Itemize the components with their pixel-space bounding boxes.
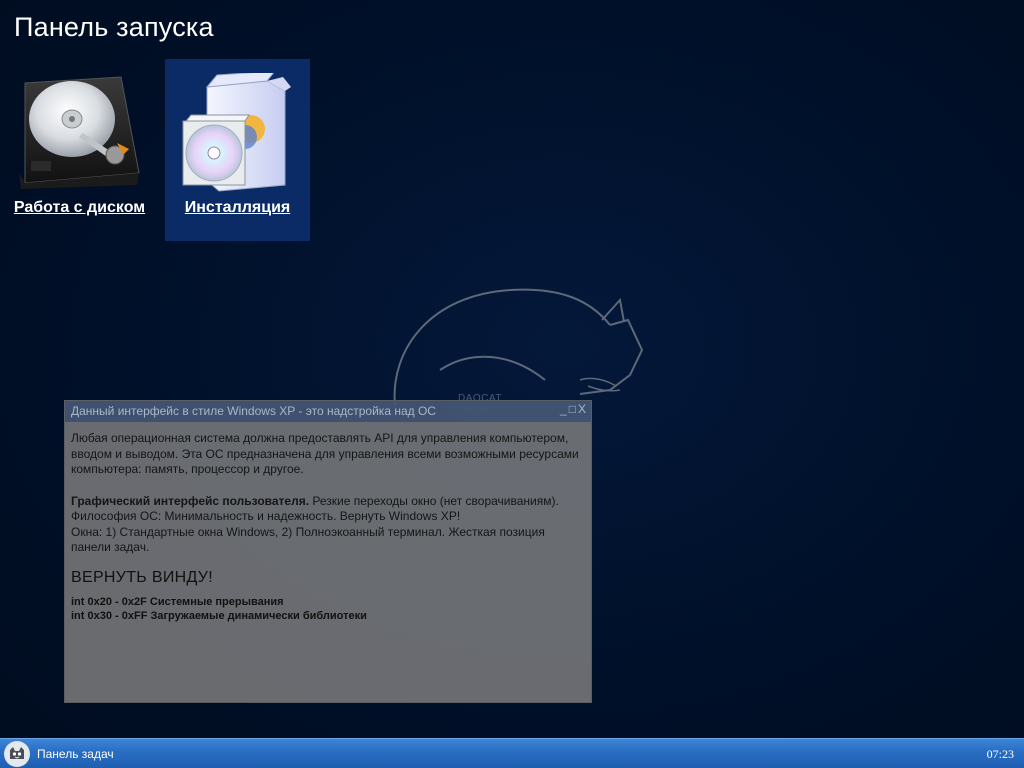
tile-label-installation: Инсталляция	[184, 199, 291, 216]
minimize-button[interactable]: _	[559, 402, 568, 416]
tile-disk-management[interactable]: Работа с диском	[7, 59, 152, 241]
paragraph-philosophy: Философия ОС: Минимальность и надежность…	[71, 509, 461, 523]
desktop: Панель запуска Работа с диском Инсталляц…	[0, 0, 1024, 768]
taskbar: Панель задач 07:23	[0, 738, 1024, 768]
tile-label-disk: Работа с диском	[13, 199, 146, 216]
slogan-heading: ВЕРНУТЬ ВИНДУ!	[71, 568, 214, 586]
taskbar-label[interactable]: Панель задач	[37, 747, 114, 761]
paragraph-gui: Графический интерфейс пользователя. Резк…	[71, 494, 587, 510]
hard-disk-icon	[19, 76, 140, 189]
installer-box-icon	[182, 73, 291, 192]
interrupt-line-2: int 0x30 - 0xFF Загружаемые динамически …	[71, 610, 367, 622]
wallpaper-cat-logo	[393, 288, 644, 406]
launcher-title: Панель запуска	[14, 12, 214, 42]
window-title: Данный интерфейс в стиле Windows XP - эт…	[71, 404, 436, 418]
start-button[interactable]	[4, 741, 30, 767]
maximize-button[interactable]: □	[568, 402, 577, 416]
paragraph-api: Любая операционная система должна предос…	[71, 431, 579, 476]
taskbar-clock: 07:23	[986, 747, 1014, 761]
gui-heading: Графический интерфейс пользователя.	[71, 493, 310, 508]
cat-logo-icon	[5, 742, 29, 766]
paragraph-windows: Окна: 1) Стандартные окна Windows, 2) По…	[71, 524, 545, 555]
tile-installation[interactable]: Инсталляция	[165, 59, 310, 241]
window-titlebar[interactable]: Данный интерфейс в стиле Windows XP - эт…	[65, 401, 591, 422]
window-controls: _ □ X	[559, 402, 587, 416]
window-body: Любая операционная система должна предос…	[71, 431, 587, 623]
close-button[interactable]: X	[577, 402, 587, 416]
info-window: Данный интерфейс в стиле Windows XP - эт…	[64, 400, 592, 703]
interrupt-line-1: int 0x20 - 0x2F Системные прерывания	[71, 596, 284, 608]
gui-text: Резкие переходы окно (нет сворачиваниям)…	[309, 493, 559, 508]
